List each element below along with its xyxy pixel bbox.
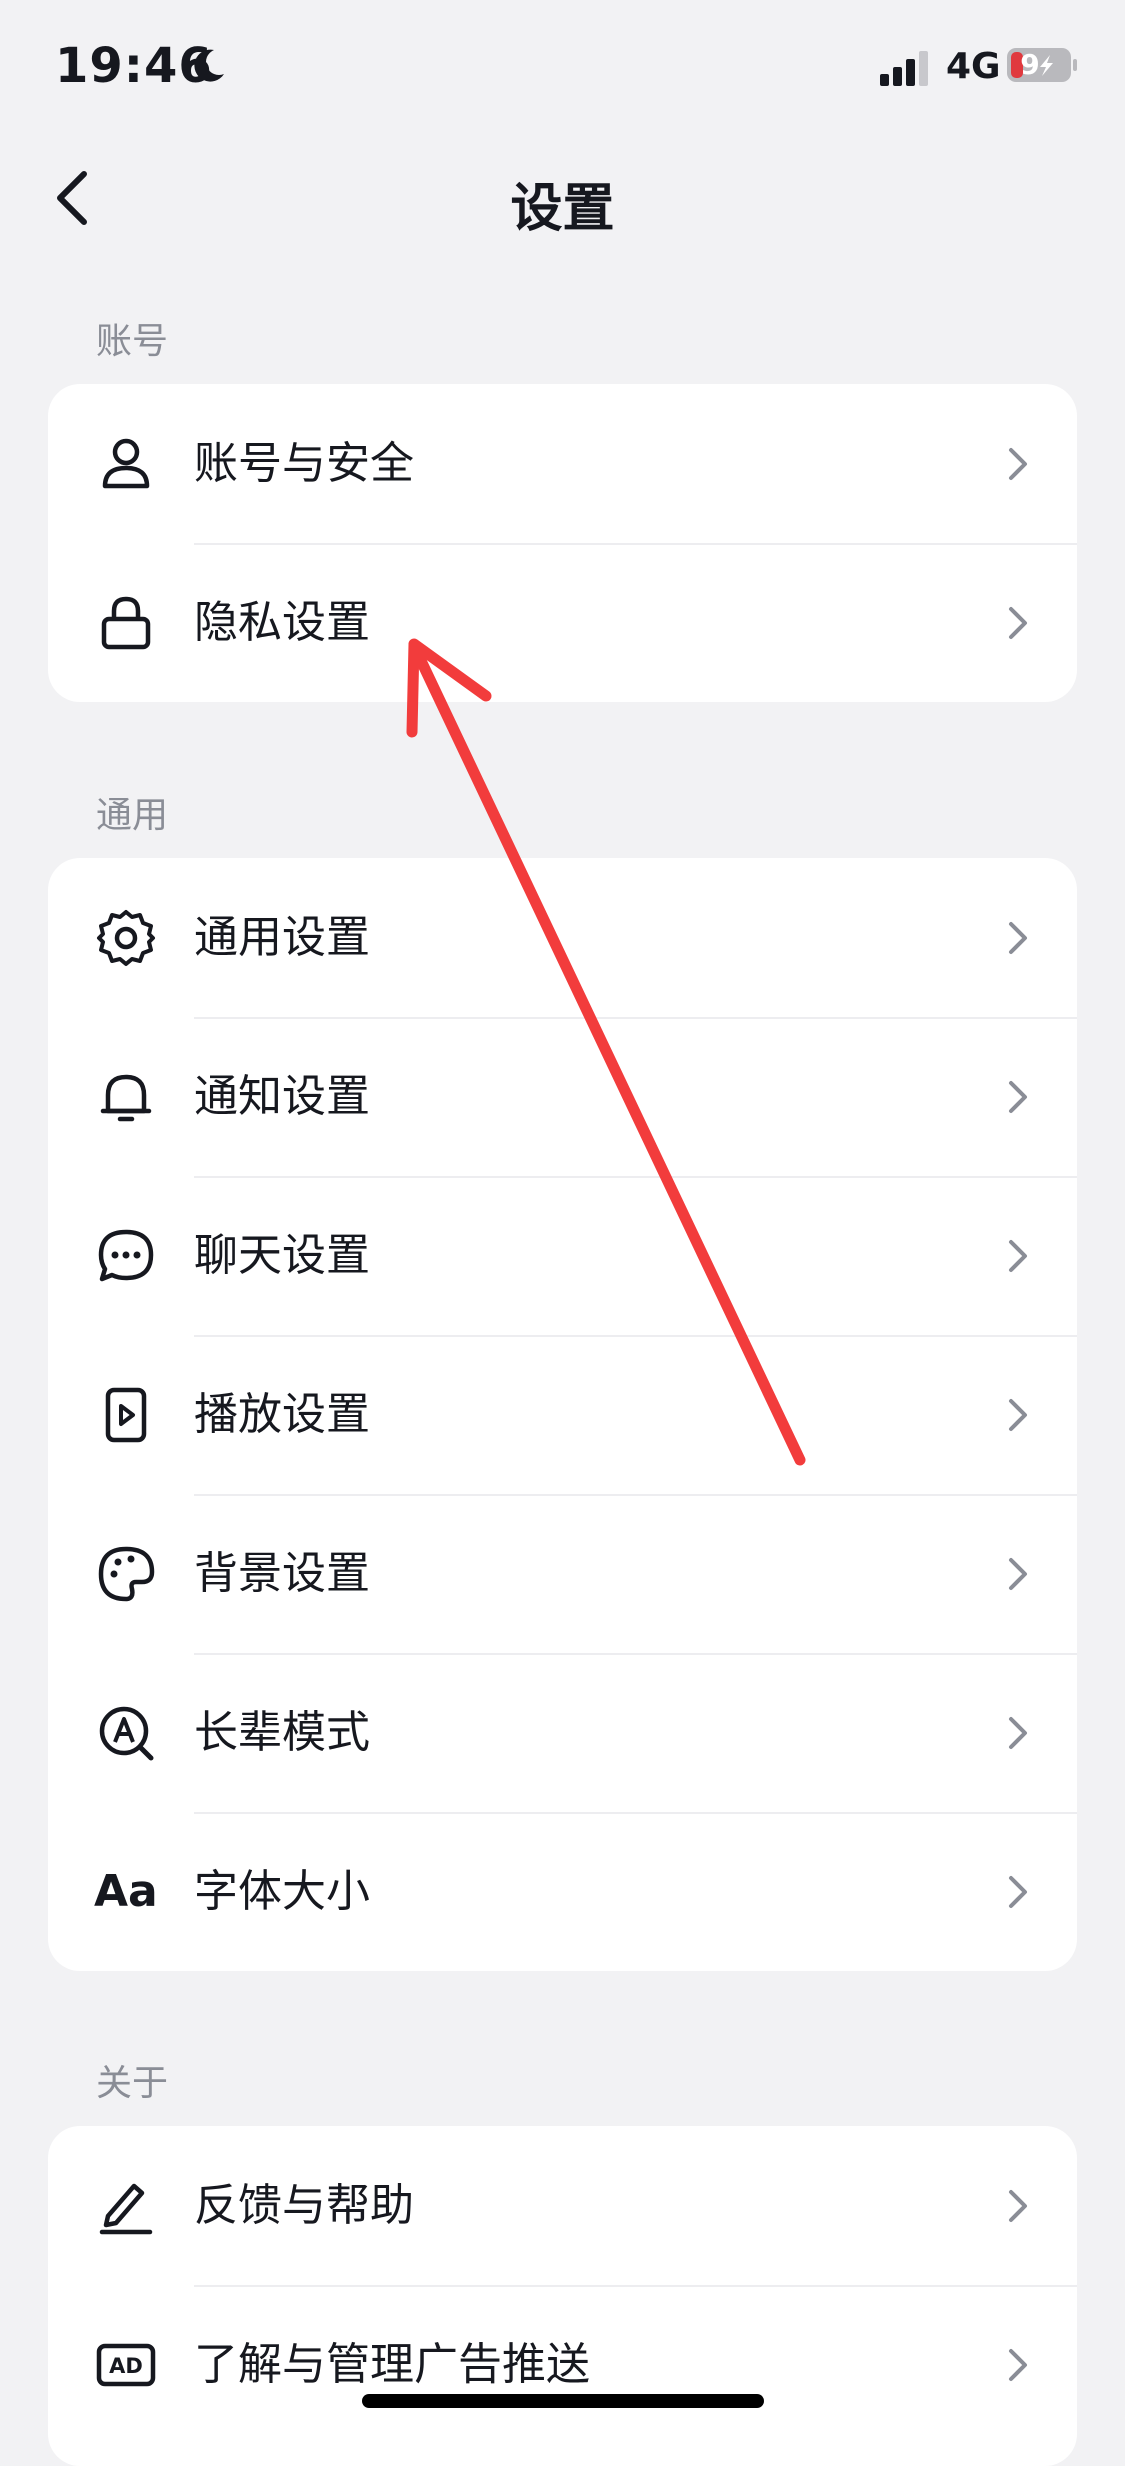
battery-level: 9 bbox=[1020, 48, 1040, 81]
palette-icon bbox=[98, 1546, 155, 1602]
settings-item-label: 字体大小 bbox=[194, 1866, 370, 1917]
ad-icon: AD bbox=[96, 2343, 156, 2387]
chevron-right-icon bbox=[1009, 1558, 1027, 1590]
play-icon bbox=[105, 1387, 147, 1443]
font-size-icon: Aa bbox=[94, 1866, 158, 1917]
account-card: 账号与安全 隐私设置 bbox=[48, 384, 1077, 702]
settings-item-feedback[interactable]: 反馈与帮助 bbox=[48, 2126, 1077, 2285]
settings-item-ad-management[interactable]: AD 了解与管理广告推送 bbox=[48, 2285, 1077, 2444]
settings-item-background[interactable]: 背景设置 bbox=[48, 1494, 1077, 1653]
settings-item-label: 播放设置 bbox=[194, 1389, 370, 1440]
lock-icon bbox=[101, 596, 151, 650]
chevron-right-icon bbox=[1009, 607, 1027, 639]
chevron-right-icon bbox=[1009, 922, 1027, 954]
settings-item-account-security[interactable]: 账号与安全 bbox=[48, 384, 1077, 543]
network-type: 4G bbox=[946, 46, 1001, 87]
moon-icon bbox=[194, 49, 224, 82]
settings-item-label: 聊天设置 bbox=[194, 1230, 370, 1281]
settings-item-label: 长辈模式 bbox=[194, 1707, 370, 1758]
settings-item-chat[interactable]: 聊天设置 bbox=[48, 1176, 1077, 1335]
settings-item-notifications[interactable]: 通知设置 bbox=[48, 1017, 1077, 1176]
settings-item-label: 账号与安全 bbox=[194, 438, 414, 489]
settings-item-playback[interactable]: 播放设置 bbox=[48, 1335, 1077, 1494]
general-card: 通用设置 通知设置 聊天设置 播放设置 背景设置 长辈模式 Aa 字体大小 bbox=[48, 858, 1077, 1971]
settings-item-label: 通用设置 bbox=[194, 912, 370, 963]
ad-icon-text: AD bbox=[109, 2354, 143, 2378]
chevron-right-icon bbox=[1009, 1399, 1027, 1431]
gear-icon bbox=[97, 910, 155, 966]
chevron-right-icon bbox=[1009, 1081, 1027, 1113]
settings-item-label: 了解与管理广告推送 bbox=[194, 2339, 590, 2390]
page-title: 设置 bbox=[510, 179, 615, 239]
settings-item-elder-mode[interactable]: 长辈模式 bbox=[48, 1653, 1077, 1812]
chevron-right-icon bbox=[1009, 2349, 1027, 2381]
settings-item-privacy[interactable]: 隐私设置 bbox=[48, 543, 1077, 702]
settings-item-label: 隐私设置 bbox=[194, 597, 370, 648]
edit-icon bbox=[99, 2183, 153, 2235]
status-bar: 19:46 4G 9 bbox=[0, 0, 1125, 140]
chevron-right-icon bbox=[1009, 1717, 1027, 1749]
home-indicator[interactable] bbox=[362, 2394, 764, 2408]
chevron-right-icon bbox=[1009, 1240, 1027, 1272]
signal-icon bbox=[880, 51, 928, 86]
chevron-right-icon bbox=[1009, 2190, 1027, 2222]
chevron-right-icon bbox=[1009, 1876, 1027, 1908]
settings-item-general[interactable]: 通用设置 bbox=[48, 858, 1077, 1017]
settings-item-label: 背景设置 bbox=[194, 1548, 370, 1599]
section-label-about: 关于 bbox=[96, 2063, 169, 2104]
person-icon bbox=[102, 438, 150, 489]
elder-mode-icon bbox=[99, 1706, 154, 1761]
settings-item-label: 反馈与帮助 bbox=[194, 2180, 414, 2231]
settings-item-label: 通知设置 bbox=[194, 1071, 370, 1122]
settings-item-font-size[interactable]: Aa 字体大小 bbox=[48, 1812, 1077, 1971]
chevron-right-icon bbox=[1009, 448, 1027, 480]
section-label-account: 账号 bbox=[96, 321, 169, 362]
about-card: 反馈与帮助 AD 了解与管理广告推送 bbox=[48, 2126, 1077, 2466]
chat-bubble-icon bbox=[98, 1229, 154, 1282]
section-label-general: 通用 bbox=[96, 795, 169, 836]
bell-icon bbox=[100, 1074, 152, 1122]
